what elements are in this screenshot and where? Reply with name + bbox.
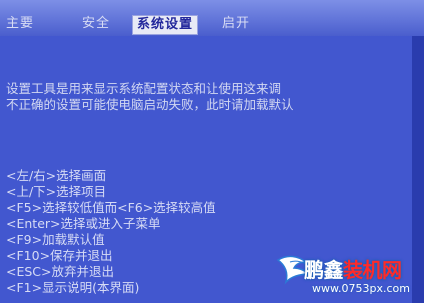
description-line: 设置工具是用来显示系统配置状态和让使用这来调 (6, 81, 282, 96)
help-item-f5-f6: <F5>选择较低值而<F6>选择较高值 (6, 200, 216, 215)
help-item-f9: <F9>加载默认值 (6, 232, 105, 247)
watermark: 鹏鑫装机网 www.0753px.com (276, 250, 424, 303)
help-item-enter: <Enter>选择或进入子菜单 (6, 216, 161, 231)
bios-menu-bar: 主要 安全 系统设置 启开 (0, 0, 424, 36)
watermark-title-part2: 装机网 (343, 258, 402, 282)
help-item-f10: <F10>保存并退出 (6, 248, 113, 263)
tab-security[interactable]: 安全 (82, 15, 110, 33)
watermark-title-part1: 鹏鑫 (304, 258, 344, 282)
tab-boot[interactable]: 启开 (222, 15, 250, 33)
tab-main[interactable]: 主要 (6, 15, 34, 33)
watermark-url: www.0753px.com (312, 282, 410, 295)
help-item-esc: <ESC>放弃并退出 (6, 264, 115, 279)
tab-system-settings[interactable]: 系统设置 (132, 15, 199, 35)
watermark-title: 鹏鑫装机网 (304, 254, 402, 283)
help-item-f1: <F1>显示说明(本界面) (6, 280, 140, 295)
help-item-left-right: <左/右>选择画面 (6, 168, 107, 183)
description-line: 不正确的设置可能使电脑启动失败，此时请加载默认 (6, 97, 294, 112)
help-item-up-down: <上/下>选择项目 (6, 184, 107, 199)
